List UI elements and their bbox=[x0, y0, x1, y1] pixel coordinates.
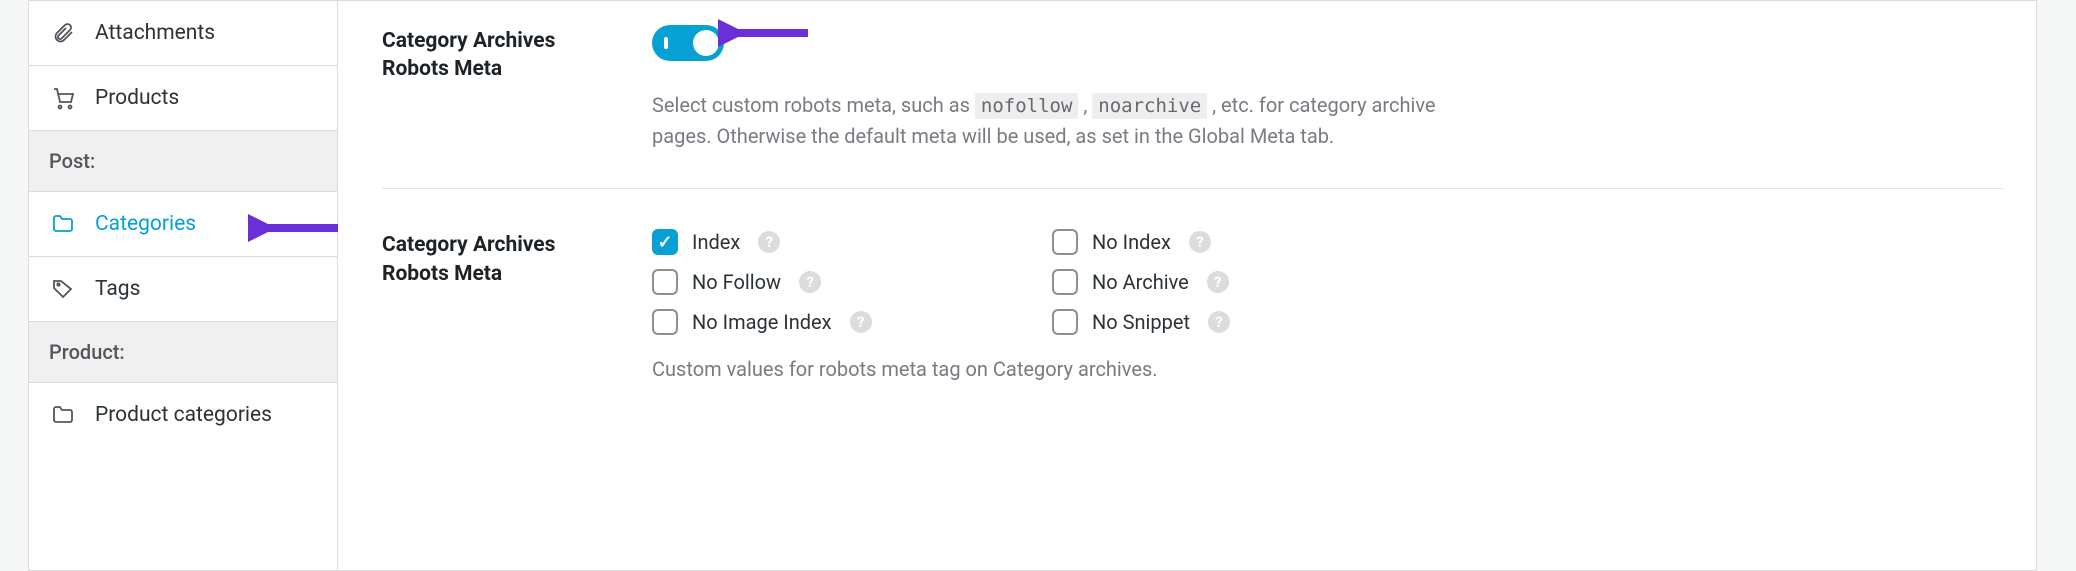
setting-label: Category Archives Robots Meta bbox=[382, 229, 612, 381]
sidebar-item-product-categories[interactable]: Product categories bbox=[29, 383, 337, 447]
help-icon[interactable]: ? bbox=[799, 271, 821, 293]
cart-icon bbox=[51, 86, 77, 110]
robots-meta-toggle[interactable] bbox=[652, 25, 724, 61]
sidebar-item-label: Products bbox=[95, 86, 179, 110]
checkbox-icon[interactable] bbox=[1052, 229, 1078, 255]
sidebar-item-attachments[interactable]: Attachments bbox=[29, 1, 337, 66]
checkbox-icon[interactable] bbox=[1052, 309, 1078, 335]
help-icon[interactable]: ? bbox=[758, 231, 780, 253]
sidebar-group-product: Product: bbox=[29, 322, 337, 383]
sidebar-item-products[interactable]: Products bbox=[29, 66, 337, 131]
setting-subdescription: Custom values for robots meta tag on Cat… bbox=[652, 357, 2003, 381]
option-index[interactable]: Index ? bbox=[652, 229, 1052, 255]
help-icon[interactable]: ? bbox=[1207, 271, 1229, 293]
sidebar-item-label: Attachments bbox=[95, 21, 215, 45]
option-noindex[interactable]: No Index ? bbox=[1052, 229, 1452, 255]
checkbox-icon[interactable] bbox=[652, 309, 678, 335]
checkbox-icon[interactable] bbox=[1052, 269, 1078, 295]
folder-icon bbox=[51, 403, 77, 427]
help-icon[interactable]: ? bbox=[1208, 311, 1230, 333]
sidebar: Attachments Products Post: Categories Ta… bbox=[28, 0, 338, 571]
sidebar-item-categories[interactable]: Categories bbox=[29, 192, 337, 257]
sidebar-item-label: Tags bbox=[95, 277, 140, 301]
checkbox-icon[interactable] bbox=[652, 229, 678, 255]
checkbox-icon[interactable] bbox=[652, 269, 678, 295]
folder-icon bbox=[51, 212, 77, 236]
sidebar-group-post: Post: bbox=[29, 131, 337, 192]
setting-description: Select custom robots meta, such as nofol… bbox=[652, 90, 1472, 152]
option-noarchive[interactable]: No Archive ? bbox=[1052, 269, 1452, 295]
option-nofollow[interactable]: No Follow ? bbox=[652, 269, 1052, 295]
sidebar-item-label: Product categories bbox=[95, 403, 272, 427]
option-noimageindex[interactable]: No Image Index ? bbox=[652, 309, 1052, 335]
setting-label: Category Archives Robots Meta bbox=[382, 25, 612, 152]
help-icon[interactable]: ? bbox=[1189, 231, 1211, 253]
main-panel: Category Archives Robots Meta Select cus… bbox=[338, 0, 2048, 571]
paperclip-icon bbox=[51, 21, 77, 45]
sidebar-item-label: Categories bbox=[95, 212, 196, 236]
sidebar-item-tags[interactable]: Tags bbox=[29, 257, 337, 322]
option-nosnippet[interactable]: No Snippet ? bbox=[1052, 309, 1452, 335]
help-icon[interactable]: ? bbox=[850, 311, 872, 333]
tag-icon bbox=[51, 277, 77, 301]
